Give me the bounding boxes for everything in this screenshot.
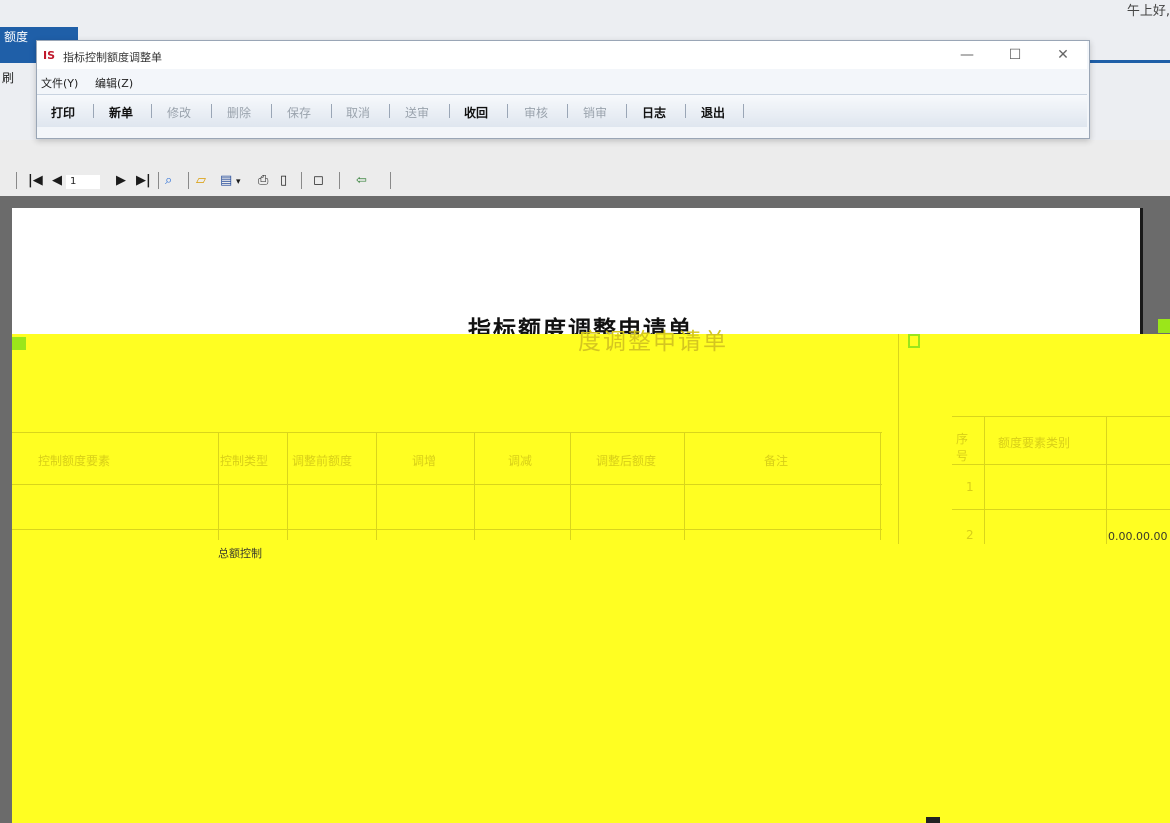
marker-icon [12,337,26,350]
control-type-cell: 总额控制 [218,547,262,560]
report-title-ghost: 度调整申请单 [578,329,728,355]
toolbar-separator [188,172,189,189]
toolbar-separator [211,104,212,118]
table-line [12,484,882,485]
print-icon[interactable]: ⎙ [258,173,268,188]
table-line [12,529,882,530]
delete-button[interactable]: 删除 [227,104,251,121]
toolbar-separator [389,104,390,118]
background-refresh-label[interactable]: 刷 [2,69,14,86]
new-button[interactable]: 新单 [109,104,133,121]
open-icon[interactable]: ▱ [196,173,206,188]
header-decrease: 调减 [508,454,533,468]
header-after-amount: 调整后额度 [596,454,657,468]
move-handle-icon[interactable] [908,334,920,348]
table-line [880,432,881,540]
toolbar-separator [449,104,450,118]
toolbar-separator [390,172,391,189]
toolbar-separator [151,104,152,118]
last-page-icon[interactable]: ▶| [136,173,151,188]
header-before-amount: 调整前额度 [292,454,353,468]
toolbar-separator [626,104,627,118]
header-remark: 备注 [764,454,789,468]
table-line [570,432,571,540]
chevron-down-icon[interactable]: ▾ [236,177,241,187]
log-button[interactable]: 日志 [642,104,666,121]
redaction-overlay: 控制额度要素 控制类型 调整前额度 调增 调减 调整后额度 备注 序号 额度要素… [12,334,1170,823]
toolbar-separator [16,172,17,189]
table-line [287,432,288,540]
table-line [474,432,475,540]
exit-button[interactable]: 退出 [701,104,725,121]
adjustment-window: IS 指标控制额度调整单 — ☐ ✕ 文件(Y) 编辑(Z) 打印 新单 修改 … [36,40,1090,139]
table-line [1106,416,1107,544]
table-line [898,334,899,544]
search-icon[interactable]: ⌕ [165,173,172,188]
right-cell-value: 0.00.00.00 [1108,530,1168,543]
right-row-number: 1 [966,480,974,494]
table-line [376,432,377,540]
audit-button[interactable]: 审核 [524,104,548,121]
first-page-icon[interactable]: |◀ [28,173,43,188]
menu-edit[interactable]: 编辑(Z) [95,75,133,91]
prev-page-icon[interactable]: ◀ [52,173,62,188]
toolbar-separator [339,172,340,189]
toolbar-separator [158,172,159,189]
app-logo-icon: IS [43,49,56,62]
page-number-input[interactable]: 1 [66,175,100,189]
minimize-button[interactable]: — [952,45,982,65]
background-greeting: 午上好, [1126,4,1170,19]
marker-icon [1158,319,1170,333]
header-control-element: 控制额度要素 [38,454,111,468]
toolbar-separator [271,104,272,118]
print-button[interactable]: 打印 [51,104,75,121]
header-element-category: 额度要素类别 [998,436,1071,450]
table-line [218,432,219,540]
toolbar-separator [507,104,508,118]
close-button[interactable]: ✕ [1048,45,1078,65]
menu-bar: 文件(Y) 编辑(Z) [37,71,1087,91]
window-title: 指标控制额度调整单 [63,51,162,64]
marker-icon [926,817,940,823]
page-setup-icon[interactable]: ▯ [280,173,287,188]
report-viewer-toolbar: |◀ ◀ 1 ▶ ▶| ⌕ ▱ ▤ ▾ ⎙ ▯ ◻ ⇦ [0,166,1170,196]
modify-button[interactable]: 修改 [167,104,191,121]
withdraw-button[interactable]: 收回 [464,104,488,121]
header-control-type: 控制类型 [220,454,269,468]
window-toolbar: 打印 新单 修改 删除 保存 取消 送审 收回 审核 销审 日志 退出 [37,94,1087,127]
toolbar-separator [301,172,302,189]
table-line [12,432,882,433]
toolbar-separator [685,104,686,118]
toolbar-separator [93,104,94,118]
next-page-icon[interactable]: ▶ [116,173,126,188]
menu-file[interactable]: 文件(Y) [41,75,78,91]
table-line [984,416,985,544]
header-increase: 调增 [412,454,437,468]
cancel-button[interactable]: 取消 [346,104,370,121]
maximize-button[interactable]: ☐ [1000,45,1030,65]
submit-review-button[interactable]: 送审 [405,104,429,121]
toolbar-separator [743,104,744,118]
table-line [684,432,685,540]
right-row-number: 2 [966,528,974,542]
save-icon[interactable]: ▤ [220,173,232,188]
save-button[interactable]: 保存 [287,104,311,121]
toolbar-separator [567,104,568,118]
window-title-bar[interactable]: IS 指标控制额度调整单 — ☐ ✕ [37,41,1087,69]
exit-icon[interactable]: ⇦ [356,173,367,188]
header-serial: 序号 [956,432,969,463]
unaudit-button[interactable]: 销审 [583,104,607,121]
fit-page-icon[interactable]: ◻ [313,173,324,188]
toolbar-separator [331,104,332,118]
